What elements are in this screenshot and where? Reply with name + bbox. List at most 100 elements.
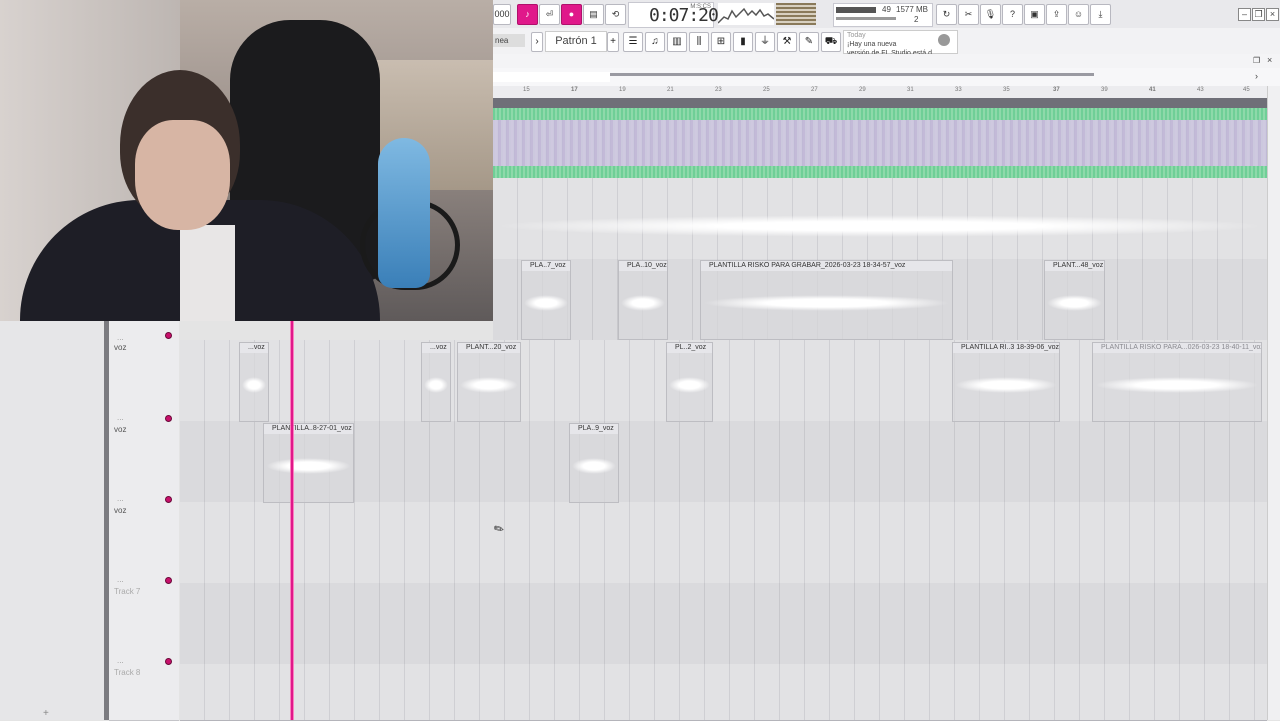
chat-icon[interactable]: ☺ [1068, 4, 1089, 25]
song-time-display[interactable]: 0:07:20 M:S:CS [628, 2, 719, 28]
track-mute-led[interactable] [165, 496, 172, 503]
webcam-person-face [135, 120, 230, 230]
ruler-tick: 41 [1149, 87, 1156, 93]
clipboard-icon[interactable]: ▮ [733, 32, 753, 52]
track-menu-icon[interactable]: ... [117, 494, 124, 503]
pencil-icon[interactable]: ✎ [799, 32, 819, 52]
clip-label: PL..2_voz [667, 343, 712, 353]
help-icon[interactable]: ? [1002, 4, 1023, 25]
clip-label: PLANTILLA RISKO PARA...026-03-23 18-40-1… [1093, 343, 1261, 353]
track-menu-icon[interactable]: ... [117, 413, 124, 422]
clip-label: PLA..9_voz [570, 424, 618, 434]
pattern-selector[interactable]: Patrón 1 [545, 31, 607, 52]
track-mute-led[interactable] [165, 658, 172, 665]
playlist-restore-icon[interactable]: ❐ [1253, 56, 1260, 65]
ruler-tick: 31 [907, 87, 914, 93]
track-mute-led[interactable] [165, 577, 172, 584]
scroll-thumb[interactable] [610, 73, 1094, 76]
track-header[interactable]: ... voz [109, 494, 179, 584]
audio-clip[interactable]: PLANT...20_voz [457, 342, 521, 422]
track-mute-led[interactable] [165, 332, 172, 339]
wait-button[interactable]: ⏎ [539, 4, 560, 25]
playlist-icon[interactable]: ☰ [623, 32, 643, 52]
add-track-icon[interactable]: + [43, 708, 49, 719]
audio-clip[interactable]: PL..2_voz [666, 342, 713, 422]
track-menu-icon[interactable]: ... [117, 656, 124, 665]
browser-icon[interactable]: ⊞ [711, 32, 731, 52]
loop-button[interactable]: ⟲ [605, 4, 626, 25]
playlist-titlebar: ❐ × [493, 54, 1280, 68]
track-lane[interactable] [180, 502, 1267, 584]
cut-icon[interactable]: ✂ [958, 4, 979, 25]
webcam-microphone [378, 138, 430, 288]
audio-clip[interactable]: PLANTILLA RISKO PARA...026-03-23 18-40-1… [1092, 342, 1262, 422]
song-mode-button[interactable]: ▤ [583, 4, 604, 25]
ruler-tick: 37 [1053, 87, 1060, 93]
track-header[interactable]: ... Track 7 [109, 575, 179, 665]
scroll-overview [493, 72, 610, 82]
track-menu-icon[interactable]: ... [117, 333, 124, 342]
audio-clip[interactable]: PLANTILLA RISKO PARA GRABAR_2026-03-23 1… [700, 260, 953, 340]
pattern-arrow-left-icon[interactable]: › [531, 32, 543, 52]
save-icon[interactable]: ▣ [1024, 4, 1045, 25]
oscilloscope [718, 3, 774, 25]
undo-icon[interactable]: ↻ [936, 4, 957, 25]
mixer-icon[interactable]: ⫼ [689, 32, 709, 52]
playlist-close-icon[interactable]: × [1267, 55, 1272, 65]
cpu-monitor[interactable]: 49 1577 MB 2 [833, 3, 933, 27]
audio-clip[interactable]: PLA..10_voz [618, 260, 668, 340]
audio-clip[interactable]: ...voz [239, 342, 269, 422]
browser-panel [0, 321, 105, 720]
track-menu-icon[interactable]: ... [117, 575, 124, 584]
pattern-add-icon[interactable]: + [607, 32, 619, 52]
track-name: voz [114, 506, 127, 515]
cpu-bar [836, 7, 876, 13]
cart-icon[interactable]: ⛟ [821, 32, 841, 52]
track-lane[interactable] [180, 583, 1267, 665]
channel-rack-icon[interactable]: ▥ [667, 32, 687, 52]
master-track-header [493, 98, 1267, 108]
audio-clip[interactable]: PLANTILLA RI..3 18-39-06_voz [952, 342, 1060, 422]
tempo-display[interactable]: 000 [493, 4, 511, 25]
peak-meter [776, 3, 816, 25]
audio-clip[interactable]: ...voz [421, 342, 451, 422]
clip-label: PLA..10_voz [619, 261, 667, 271]
plugin-icon[interactable]: ⏚ [755, 32, 775, 52]
audio-clip[interactable]: PLA..9_voz [569, 423, 619, 503]
mic-icon[interactable]: 🎙 [980, 4, 1001, 25]
track-lane[interactable] [180, 664, 1267, 721]
clip-label: PLANT...20_voz [458, 343, 520, 353]
snap-mode-select[interactable]: nea [493, 34, 525, 47]
ruler-tick: 45 [1243, 87, 1250, 93]
close-icon[interactable]: × [1266, 8, 1279, 21]
clip-label: ...voz [240, 343, 268, 353]
ruler-tick: 23 [715, 87, 722, 93]
track-mute-led[interactable] [165, 415, 172, 422]
news-globe-icon[interactable] [938, 34, 950, 46]
memory-bar [836, 17, 896, 20]
audio-clip[interactable]: PLANTILLA..8-27-01_voz [263, 423, 354, 503]
tools-icon[interactable]: ⚒ [777, 32, 797, 52]
ruler-tick: 25 [763, 87, 770, 93]
track-header[interactable]: ... Track 8 [109, 656, 179, 721]
minimize-icon[interactable]: – [1238, 8, 1251, 21]
scroll-right-icon[interactable]: › [1255, 71, 1258, 81]
audio-clip[interactable]: PLANT...48_voz [1044, 260, 1105, 340]
maximize-icon[interactable]: ❐ [1252, 8, 1265, 21]
piano-roll-icon[interactable]: ♫ [645, 32, 665, 52]
webcam-shirt [180, 225, 235, 321]
cpu-value: 49 [882, 5, 891, 14]
vocal-waveform [493, 215, 1267, 237]
horizontal-scroll[interactable]: › [493, 68, 1280, 86]
track-name: Track 8 [114, 668, 141, 677]
audio-clip[interactable]: PLA..7_voz [521, 260, 571, 340]
record-mode-button[interactable]: ● [561, 4, 582, 25]
vertical-scrollbar[interactable] [1267, 86, 1280, 720]
main-toolbar: 000 ♪ ⏎ ● ▤ ⟲ 0:07:20 M:S:CS 49 1577 MB … [493, 0, 1280, 29]
ruler-tick: 39 [1101, 87, 1108, 93]
metronome-button[interactable]: ♪ [517, 4, 538, 25]
export-icon[interactable]: ⇪ [1046, 4, 1067, 25]
download-icon[interactable]: ⤓ [1090, 4, 1111, 25]
track-header[interactable]: ... voz [109, 321, 179, 422]
track-header[interactable]: ... voz [109, 413, 179, 503]
